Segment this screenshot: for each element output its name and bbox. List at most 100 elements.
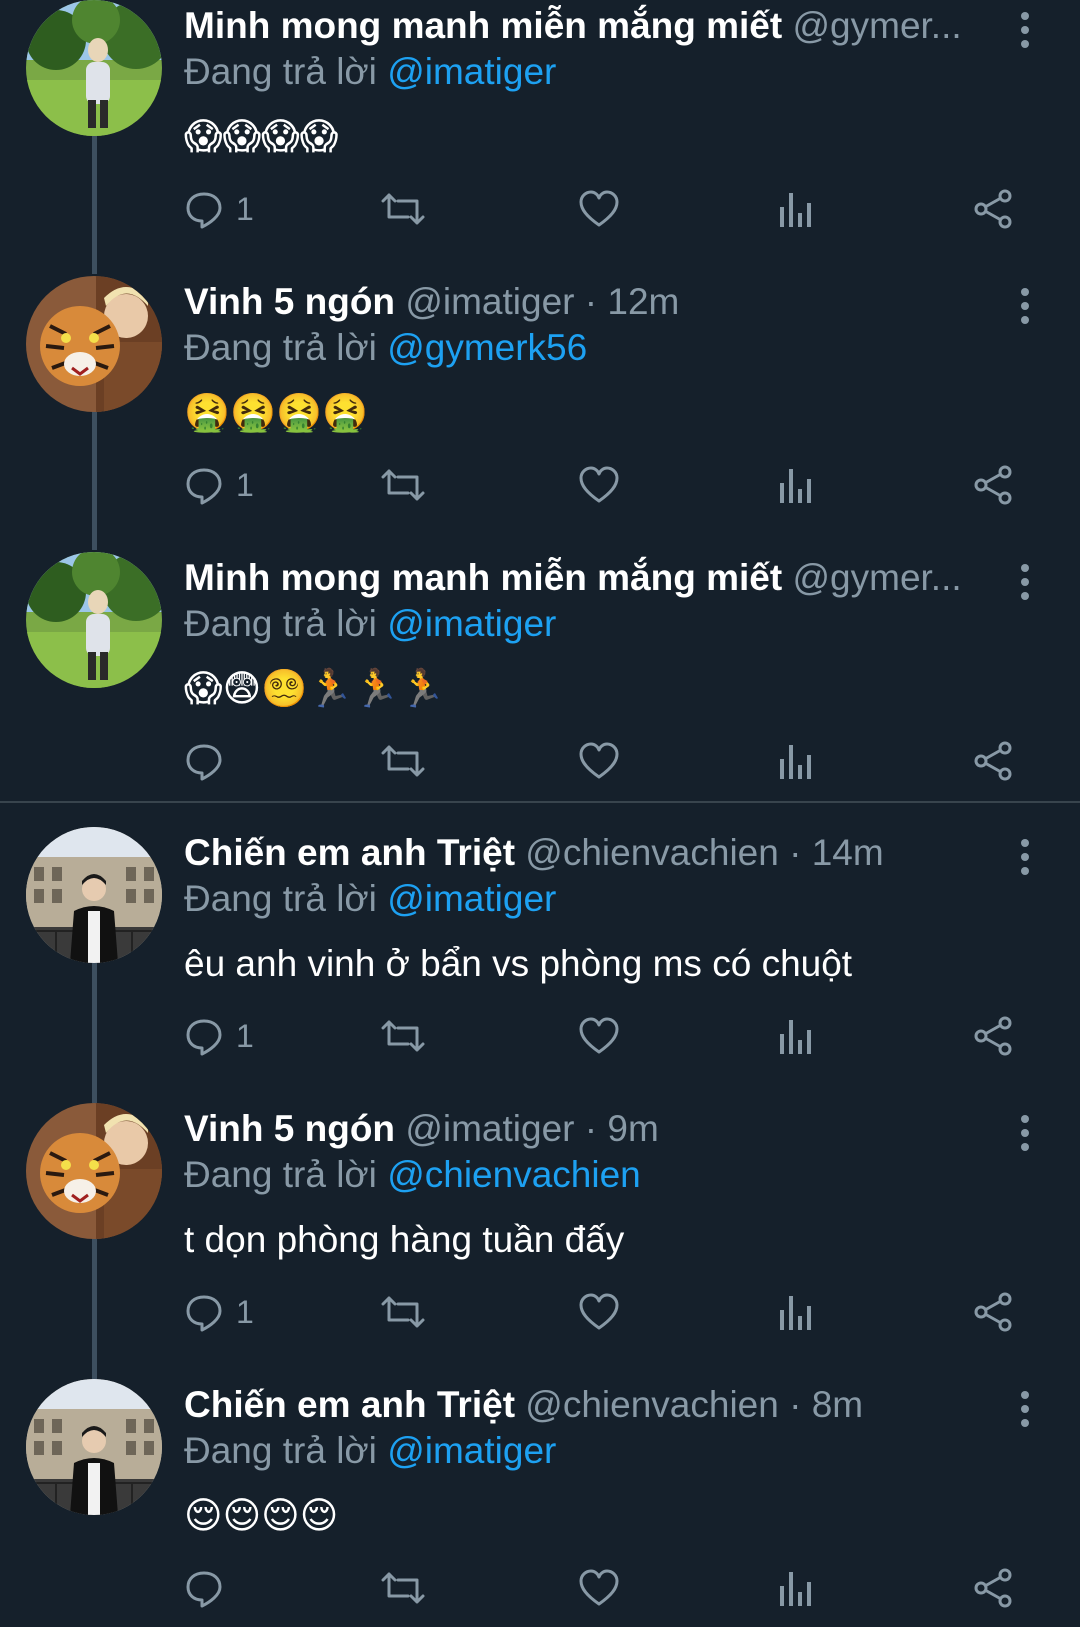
tiger-avatar-image: [26, 1103, 162, 1239]
display-name[interactable]: Vinh 5 ngón: [184, 281, 395, 322]
display-name[interactable]: Vinh 5 ngón: [184, 1108, 395, 1149]
analytics-button[interactable]: [778, 182, 814, 236]
replying-to: Đang trả lời @gymerk56: [184, 326, 587, 370]
share-button[interactable]: [972, 734, 1014, 788]
avatar[interactable]: [26, 1379, 162, 1515]
user-handle[interactable]: @gymer...: [792, 557, 961, 598]
display-name[interactable]: Minh mong manh miễn mắng miết: [184, 5, 782, 46]
analytics-button[interactable]: [778, 1561, 814, 1615]
tweet[interactable]: Minh mong manh miễn mắng miết @gymer... …: [0, 552, 1080, 828]
tweet-text: 🤮🤮🤮🤮: [184, 392, 369, 433]
share-button[interactable]: [972, 1285, 1014, 1339]
replying-to-label: Đang trả lời: [184, 1430, 377, 1471]
display-name[interactable]: Minh mong manh miễn mắng miết: [184, 557, 782, 598]
retweet-button[interactable]: [380, 1009, 426, 1063]
more-vertical-icon[interactable]: [1010, 835, 1040, 879]
reply-button[interactable]: 1: [184, 1009, 254, 1063]
more-vertical-icon[interactable]: [1010, 8, 1040, 52]
share-button[interactable]: [972, 1009, 1014, 1063]
retweet-button[interactable]: [380, 182, 426, 236]
tweet[interactable]: Chiến em anh Triệt @chienvachien · 14m Đ…: [0, 827, 1080, 1103]
replying-to: Đang trả lời @chienvachien: [184, 1153, 641, 1197]
retweet-icon: [380, 1292, 426, 1332]
tweet[interactable]: Chiến em anh Triệt @chienvachien · 8m Đa…: [0, 1379, 1080, 1627]
tweet-time[interactable]: 14m: [812, 832, 884, 873]
analytics-button[interactable]: [778, 734, 814, 788]
share-icon: [972, 465, 1014, 505]
tweet-actions: 1: [0, 1285, 1080, 1339]
reply-count: 1: [236, 1017, 254, 1054]
retweet-button[interactable]: [380, 1561, 426, 1615]
more-vertical-icon[interactable]: [1010, 560, 1040, 604]
tweet-thread-feed: Minh mong manh miễn mắng miết @gymer... …: [0, 0, 1080, 1627]
replying-to: Đang trả lời @imatiger: [184, 50, 556, 94]
retweet-button[interactable]: [380, 1285, 426, 1339]
retweet-button[interactable]: [380, 734, 426, 788]
mention-link[interactable]: @gymerk56: [387, 327, 587, 368]
reply-icon: [184, 1292, 224, 1332]
analytics-button[interactable]: [778, 458, 814, 512]
mention-link[interactable]: @imatiger: [387, 603, 556, 644]
tweet[interactable]: Minh mong manh miễn mắng miết @gymer... …: [0, 0, 1080, 276]
more-vertical-icon[interactable]: [1010, 1111, 1040, 1155]
like-icon: [578, 741, 620, 781]
park-avatar-image: [26, 552, 162, 688]
user-handle[interactable]: @chienvachien: [525, 1384, 779, 1425]
like-button[interactable]: [578, 182, 620, 236]
like-button[interactable]: [578, 458, 620, 512]
like-icon: [578, 1292, 620, 1332]
user-handle[interactable]: @gymer...: [792, 5, 961, 46]
tweet[interactable]: Vinh 5 ngón @imatiger · 9m Đang trả lời …: [0, 1103, 1080, 1379]
share-button[interactable]: [972, 458, 1014, 512]
share-button[interactable]: [972, 1561, 1014, 1615]
analytics-icon: [778, 1292, 814, 1332]
analytics-icon: [778, 741, 814, 781]
user-handle[interactable]: @imatiger: [405, 1108, 574, 1149]
retweet-icon: [380, 189, 426, 229]
analytics-button[interactable]: [778, 1285, 814, 1339]
display-name[interactable]: Chiến em anh Triệt: [184, 832, 515, 873]
tweet-header: Minh mong manh miễn mắng miết @gymer...: [184, 4, 1004, 48]
analytics-button[interactable]: [778, 1009, 814, 1063]
mention-link[interactable]: @chienvachien: [387, 1154, 641, 1195]
tweet-actions: 1: [0, 458, 1080, 512]
tweet-time[interactable]: 12m: [607, 281, 679, 322]
reply-button[interactable]: 1: [184, 1285, 254, 1339]
like-button[interactable]: [578, 1009, 620, 1063]
like-button[interactable]: [578, 734, 620, 788]
tweet-header: Chiến em anh Triệt @chienvachien · 8m: [184, 1383, 1004, 1427]
mention-link[interactable]: @imatiger: [387, 878, 556, 919]
more-vertical-icon[interactable]: [1010, 1387, 1040, 1431]
retweet-icon: [380, 1568, 426, 1608]
reply-button[interactable]: 1: [184, 182, 254, 236]
like-button[interactable]: [578, 1285, 620, 1339]
avatar[interactable]: [26, 552, 162, 688]
retweet-icon: [380, 465, 426, 505]
tweet-text: 😌😌😌😌: [184, 1495, 339, 1536]
tweet-time[interactable]: 9m: [607, 1108, 658, 1149]
reply-button[interactable]: 1: [184, 458, 254, 512]
reply-button[interactable]: [184, 734, 236, 788]
avatar[interactable]: [26, 1103, 162, 1239]
display-name[interactable]: Chiến em anh Triệt: [184, 1384, 515, 1425]
reply-count: 1: [236, 466, 254, 503]
tweet[interactable]: Vinh 5 ngón @imatiger · 12m Đang trả lời…: [0, 276, 1080, 552]
replying-to-label: Đang trả lời: [184, 51, 377, 92]
share-button[interactable]: [972, 182, 1014, 236]
avatar[interactable]: [26, 276, 162, 412]
user-handle[interactable]: @chienvachien: [525, 832, 779, 873]
retweet-button[interactable]: [380, 458, 426, 512]
mention-link[interactable]: @imatiger: [387, 51, 556, 92]
tweet-actions: 1: [0, 1009, 1080, 1063]
analytics-icon: [778, 1016, 814, 1056]
avatar[interactable]: [26, 827, 162, 963]
like-button[interactable]: [578, 1561, 620, 1615]
mention-link[interactable]: @imatiger: [387, 1430, 556, 1471]
tweet-header: Vinh 5 ngón @imatiger · 12m: [184, 280, 1004, 324]
avatar[interactable]: [26, 0, 162, 136]
more-vertical-icon[interactable]: [1010, 284, 1040, 328]
user-handle[interactable]: @imatiger: [405, 281, 574, 322]
separator-dot: ·: [584, 1108, 598, 1149]
tweet-time[interactable]: 8m: [812, 1384, 863, 1425]
reply-button[interactable]: [184, 1561, 236, 1615]
